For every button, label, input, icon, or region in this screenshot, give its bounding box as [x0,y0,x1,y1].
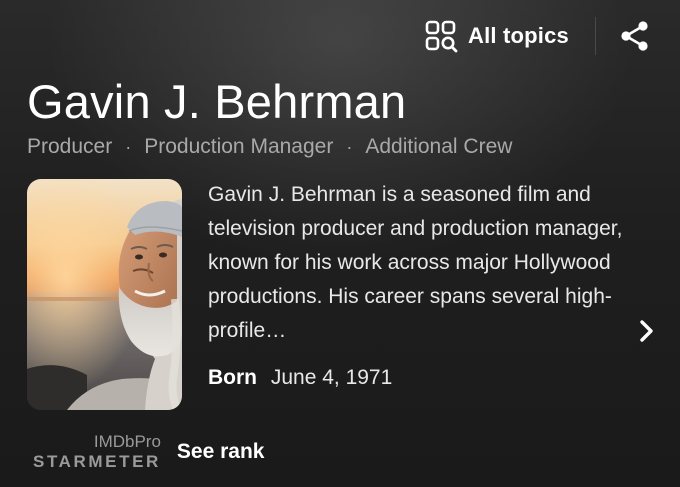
grid-search-icon [425,20,458,53]
imdbpro-starmeter-logo: IMDbPro STARMETER [33,433,161,470]
born-label: Born [208,366,257,389]
role-separator: · [346,136,353,157]
topbar-divider [595,17,596,55]
born-date: June 4, 1971 [270,366,393,389]
all-topics-button[interactable]: All topics [424,19,569,53]
person-photo[interactable] [27,179,182,410]
see-rank-button[interactable]: See rank [177,440,265,464]
role-producer[interactable]: Producer [27,135,112,159]
starmeter-link[interactable]: IMDbPro STARMETER See rank [33,433,264,470]
starmeter-label: STARMETER [33,452,161,471]
role-production-manager[interactable]: Production Manager [144,135,333,159]
imdbpro-label: IMDbPro [93,432,161,451]
person-name: Gavin J. Behrman [27,75,407,128]
bio-text[interactable]: Gavin J. Behrman is a seasoned film and … [208,178,648,348]
top-bar: All topics [424,14,652,58]
person-overview-card: All topics Gavin J. Behrman Producer · P… [0,0,680,487]
share-icon[interactable] [618,19,652,53]
birth-info: Born June 4, 1971 [208,366,392,390]
role-additional-crew[interactable]: Additional Crew [365,135,512,159]
roles-list: Producer · Production Manager · Addition… [27,135,512,159]
all-topics-label: All topics [467,23,569,48]
chevron-right-icon[interactable] [636,318,658,344]
role-separator: · [125,136,132,157]
